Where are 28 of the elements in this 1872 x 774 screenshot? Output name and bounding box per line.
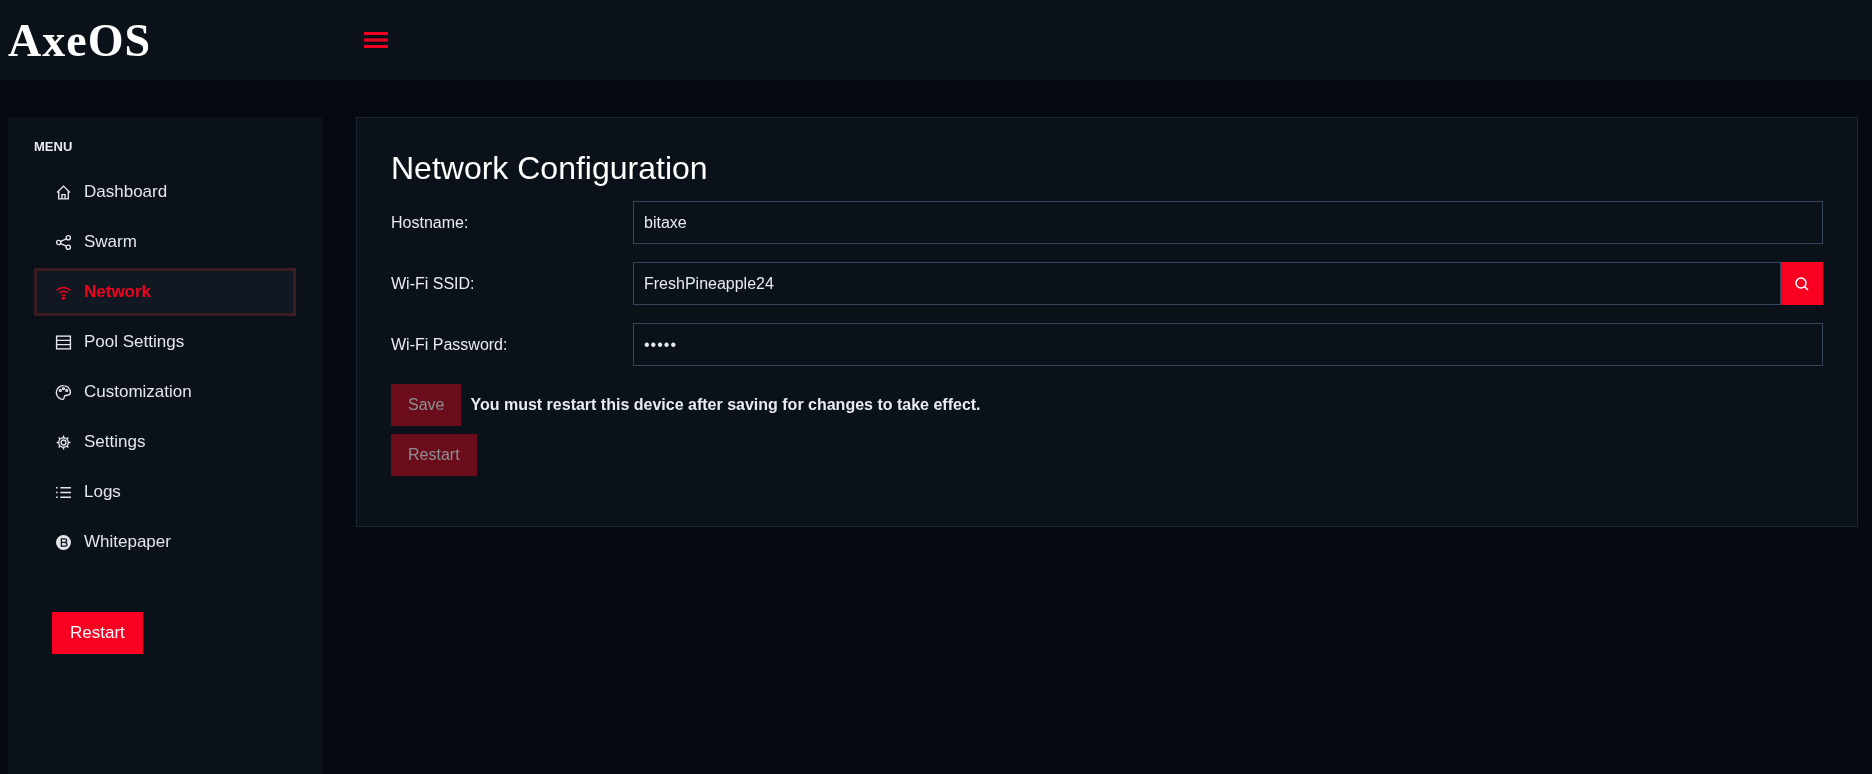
sidebar-item[interactable]: Whitepaper	[34, 518, 296, 566]
restart-button[interactable]: Restart	[52, 612, 143, 654]
sidebar-item[interactable]: Logs	[34, 468, 296, 516]
sidebar-item[interactable]: Settings	[34, 418, 296, 466]
sidebar-item[interactable]: Pool Settings	[34, 318, 296, 366]
page-title: Network Configuration	[391, 150, 709, 187]
input-field[interactable]: •••••	[633, 323, 1823, 366]
sidebar-item[interactable]: Swarm	[34, 218, 296, 266]
palette-icon	[55, 383, 72, 401]
logo: AxeOS	[7, 13, 152, 67]
sidebar-item[interactable]: Customization	[34, 368, 296, 416]
search-icon	[1794, 275, 1810, 292]
restart-notice: You must restart this device after saving for changes to take effect.	[470, 396, 981, 414]
settings-icon	[55, 433, 72, 451]
field-label: Hostname:	[391, 213, 470, 232]
search-button[interactable]	[1781, 262, 1823, 305]
home-icon	[55, 183, 72, 201]
menu-icon[interactable]	[364, 31, 388, 49]
sidebar-item[interactable]: Network	[34, 268, 296, 316]
field-label: Wi-Fi Password:	[391, 335, 509, 354]
input-field[interactable]: bitaxe	[633, 201, 1823, 244]
input-field[interactable]: FreshPineapple24	[633, 262, 1781, 305]
share-icon	[55, 233, 72, 251]
bitcoin-icon	[55, 533, 72, 551]
sidebar-item[interactable]: Dashboard	[34, 168, 296, 216]
server-icon	[55, 333, 72, 351]
field-label: Wi-Fi SSID:	[391, 274, 476, 293]
menu-heading: MENU	[34, 139, 74, 154]
